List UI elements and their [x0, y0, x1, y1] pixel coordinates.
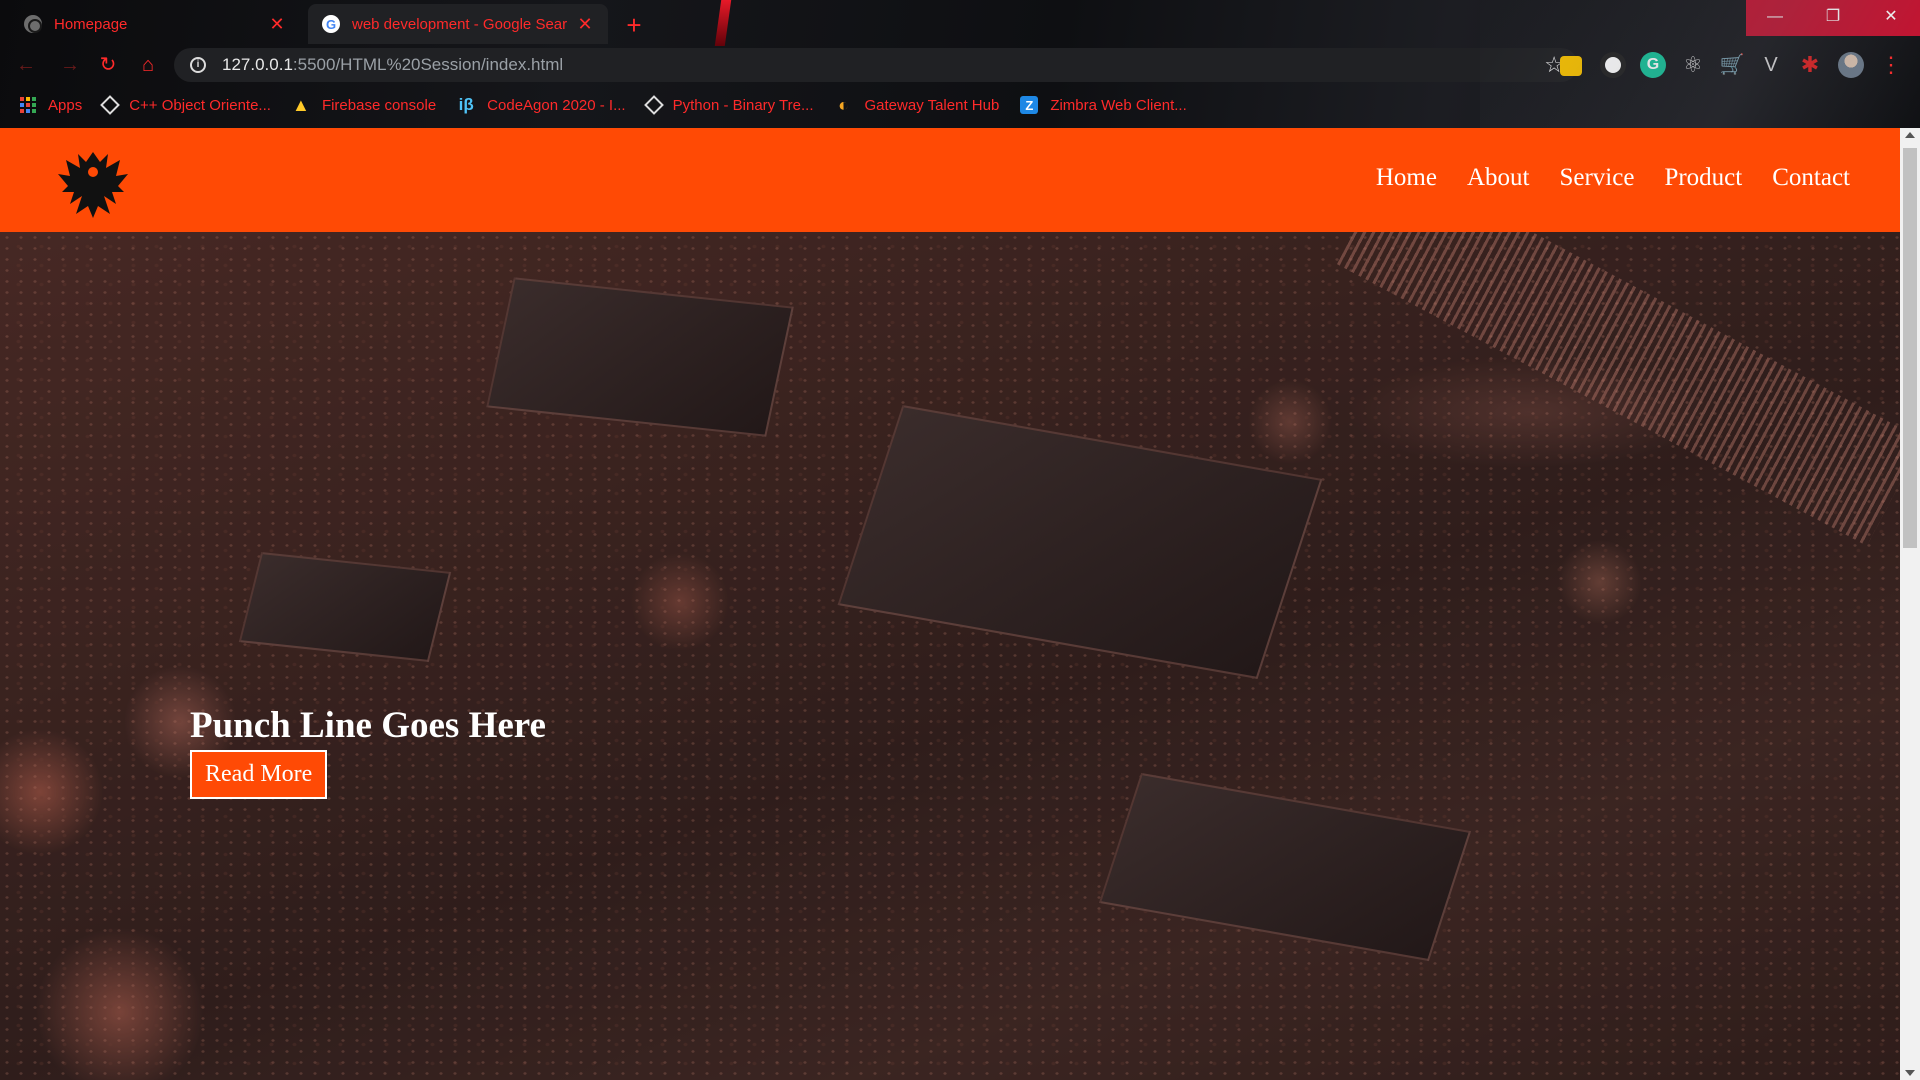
diamond-icon [643, 95, 664, 115]
browser-chrome: Homepage ✕ G web development - Google Se… [0, 0, 1920, 128]
menu-kebab-icon[interactable]: ⋮ [1880, 52, 1902, 78]
tab-title: Homepage [54, 15, 128, 33]
globe-icon [24, 15, 42, 33]
bookmark-label: Firebase console [321, 96, 437, 114]
info-icon[interactable]: i [190, 57, 206, 73]
scroll-down-arrow-icon[interactable] [1905, 1070, 1915, 1076]
main-menu: Home About Service Product Contact [1376, 164, 1850, 192]
hero-banner [0, 158, 1900, 1080]
close-icon[interactable]: ✕ [576, 14, 594, 35]
new-tab-button[interactable]: + [618, 10, 650, 42]
home-button[interactable]: ⌂ [134, 52, 162, 80]
page-scrollbar[interactable] [1900, 128, 1920, 1080]
nav-home[interactable]: Home [1376, 164, 1437, 192]
bookmark-cpp[interactable]: C++ Object Oriente... [100, 95, 271, 115]
forward-button[interactable]: → [56, 52, 84, 80]
site-navbar: Home About Service Product Contact [0, 128, 1900, 232]
nav-contact[interactable]: Contact [1772, 164, 1850, 192]
bookmark-label: CodeAgon 2020 - I... [487, 96, 626, 114]
diamond-icon [100, 95, 121, 115]
circuit-chip [238, 552, 452, 662]
address-bar[interactable]: i 127.0.0.1:5500/HTML%20Session/index.ht… [174, 48, 1578, 82]
bookmark-label: Zimbra Web Client... [1050, 96, 1187, 114]
firebase-icon: ▲ [292, 94, 310, 115]
cart-icon[interactable]: 🛒 [1719, 52, 1745, 78]
bookmark-star-icon[interactable]: ☆ [1544, 52, 1564, 78]
window-controls: — ❐ ✕ [1746, 0, 1920, 36]
bookmark-firebase[interactable]: ▲ Firebase console [292, 94, 437, 115]
nav-about[interactable]: About [1467, 164, 1530, 192]
tab-title: web development - Google Sear [352, 15, 568, 33]
url-text: 127.0.0.1:5500/HTML%20Session/index.html [222, 55, 563, 75]
bookmark-gateway[interactable]: ◐ Gateway Talent Hub [835, 94, 1000, 115]
back-button[interactable]: ← [12, 52, 40, 80]
tab-homepage[interactable]: Homepage ✕ [10, 4, 300, 44]
extension-yellow-icon[interactable] [1560, 56, 1582, 76]
apps-grid-icon [20, 97, 36, 113]
nav-product[interactable]: Product [1664, 164, 1742, 192]
nav-service[interactable]: Service [1559, 164, 1634, 192]
circuit-chip [1098, 772, 1472, 962]
url-host: 127.0.0.1 [222, 55, 293, 74]
restore-button[interactable]: ❐ [1804, 0, 1862, 36]
google-icon: G [322, 15, 340, 33]
profile-avatar[interactable] [1838, 52, 1864, 78]
url-path: :5500/HTML%20Session/index.html [292, 55, 564, 74]
zimbra-icon: Z [1020, 96, 1039, 114]
bookmark-label: Gateway Talent Hub [864, 96, 1000, 114]
minimize-button[interactable]: — [1746, 0, 1804, 36]
close-window-button[interactable]: ✕ [1862, 0, 1920, 36]
phoenix-logo-icon[interactable] [56, 148, 130, 220]
bookmark-apps[interactable]: Apps [20, 97, 82, 114]
extension-circle-icon[interactable] [1600, 52, 1626, 78]
circuit-chip [486, 277, 794, 437]
bookmark-label: Apps [48, 96, 83, 114]
grammarly-icon[interactable]: G [1640, 52, 1666, 78]
react-devtools-icon[interactable]: ⚛ [1680, 52, 1706, 78]
tab-strip: Homepage ✕ G web development - Google Se… [0, 0, 1740, 44]
bookmark-codeagon[interactable]: iβ CodeAgon 2020 - I... [457, 95, 626, 114]
scroll-thumb[interactable] [1903, 148, 1917, 548]
vimeo-icon[interactable]: V [1758, 52, 1784, 78]
puzzle-icon[interactable]: ✱ [1797, 52, 1823, 78]
hero-headline: Punch Line Goes Here [190, 705, 546, 746]
reload-button[interactable]: ↻ [94, 52, 122, 80]
read-more-button[interactable]: Read More [190, 750, 328, 799]
hero-content: Punch Line Goes Here Read More [190, 704, 546, 799]
bookmarks-bar: Apps C++ Object Oriente... ▲ Firebase co… [0, 88, 1920, 122]
tab-google-search[interactable]: G web development - Google Sear ✕ [308, 4, 608, 44]
bookmark-label: C++ Object Oriente... [129, 96, 271, 114]
toolbar: ← → ↻ ⌂ i 127.0.0.1:5500/HTML%20Session/… [0, 44, 1920, 86]
bookmark-zimbra[interactable]: Z Zimbra Web Client... [1020, 96, 1187, 114]
close-icon[interactable]: ✕ [268, 14, 286, 35]
scroll-up-arrow-icon[interactable] [1905, 132, 1915, 138]
bookmark-python[interactable]: Python - Binary Tre... [643, 95, 814, 115]
web-page: Home About Service Product Contact Punch… [0, 128, 1900, 1080]
gateway-icon: ◐ [838, 94, 849, 115]
interviewbit-icon: iβ [458, 95, 474, 114]
circuit-chip [837, 404, 1323, 680]
bookmark-label: Python - Binary Tre... [672, 96, 814, 114]
